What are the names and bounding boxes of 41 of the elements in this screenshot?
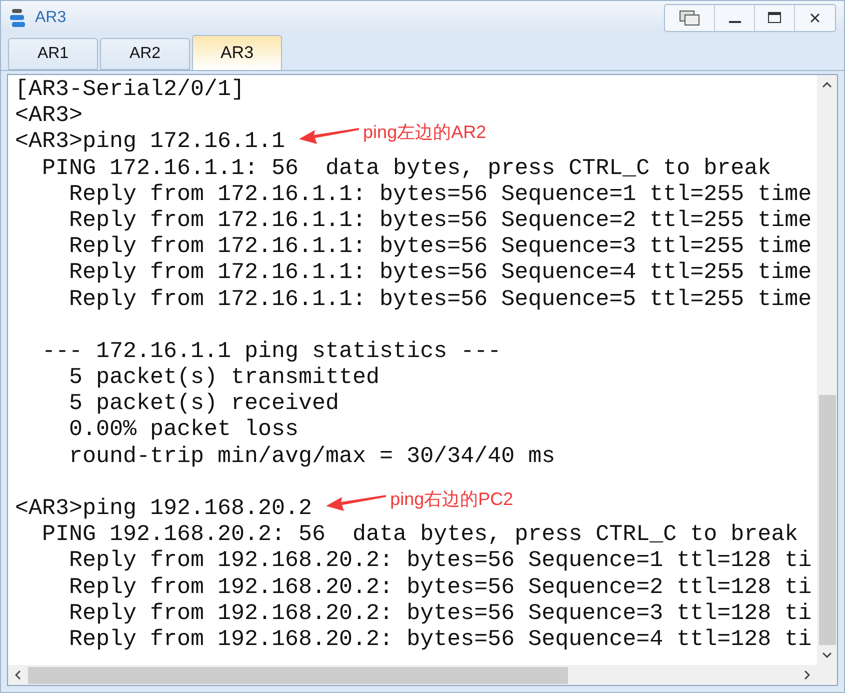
scroll-left-icon xyxy=(15,670,21,680)
terminal-line: round-trip min/avg/max = 30/34/40 ms xyxy=(68,442,556,469)
terminal-line: Reply from 172.16.1.1: bytes=56 Sequence=1 ttl=255 time xyxy=(68,180,812,207)
minimize-icon xyxy=(728,20,740,22)
scrollbar-thumb[interactable] xyxy=(818,395,836,645)
terminal-line: Reply from 192.168.20.2: bytes=56 Sequence=2 ttl=128 ti xyxy=(68,574,812,600)
scrollbar-thumb[interactable] xyxy=(28,666,568,684)
arrow-icon xyxy=(299,125,360,146)
maximize-icon xyxy=(768,12,781,23)
terminal-line: --- 172.16.1.1 ping statistics --- xyxy=(41,338,502,364)
tab[interactable]: AR1 xyxy=(8,38,98,70)
horizontal-scrollbar[interactable] xyxy=(8,665,837,685)
terminal-line: PING 192.168.20.2: 56 data bytes, press CTRL_C to break xyxy=(41,521,798,548)
app-icon xyxy=(9,8,27,28)
scroll-up-icon xyxy=(822,82,832,88)
terminal-line: Reply from 192.168.20.2: bytes=56 Sequence=4 ttl=128 ti xyxy=(68,626,812,652)
tab[interactable]: AR2 xyxy=(100,38,190,70)
annotation-text: ping左边的AR2 xyxy=(363,121,486,144)
terminal-line: Reply from 192.168.20.2: bytes=56 Sequence=1 ttl=128 ti xyxy=(68,547,812,574)
terminal-line: 5 packet(s) transmitted xyxy=(68,364,380,390)
terminal-line: <AR3>ping 192.168.20.2 xyxy=(15,495,312,522)
terminal-line: 0.00% packet loss xyxy=(68,416,299,443)
scroll-right-icon xyxy=(804,670,810,680)
vertical-scrollbar[interactable] xyxy=(817,75,837,665)
scroll-down-icon xyxy=(822,652,832,658)
terminal-line: Reply from 172.16.1.1: bytes=56 Sequence=4 ttl=255 time xyxy=(68,259,812,286)
terminal-line: Reply from 192.168.20.2: bytes=56 Sequence=3 ttl=128 ti xyxy=(68,600,812,626)
close-icon xyxy=(810,12,820,22)
terminal-line: <AR3> xyxy=(15,102,83,128)
window-title: AR3 xyxy=(35,8,66,28)
terminal-line: Reply from 172.16.1.1: bytes=56 Sequence=5 ttl=255 time xyxy=(68,286,812,312)
terminal-line: [AR3-Serial2/0/1] xyxy=(15,76,245,102)
terminal-line: <AR3>ping 172.16.1.1 xyxy=(15,128,286,155)
terminal-line: PING 172.16.1.1: 56 data bytes, press CTRL_C to break xyxy=(41,154,772,181)
terminal-line: 5 packet(s) received xyxy=(68,390,340,416)
arrow-icon xyxy=(326,492,386,512)
windows-icon xyxy=(678,10,700,26)
tab[interactable]: AR3 xyxy=(192,35,282,70)
terminal-line: Reply from 172.16.1.1: bytes=56 Sequence=2 ttl=255 time xyxy=(68,206,812,234)
annotation-text: ping右边的PC2 xyxy=(390,488,514,511)
terminal-line: Reply from 172.16.1.1: bytes=56 Sequence=3 ttl=255 time xyxy=(68,233,812,260)
